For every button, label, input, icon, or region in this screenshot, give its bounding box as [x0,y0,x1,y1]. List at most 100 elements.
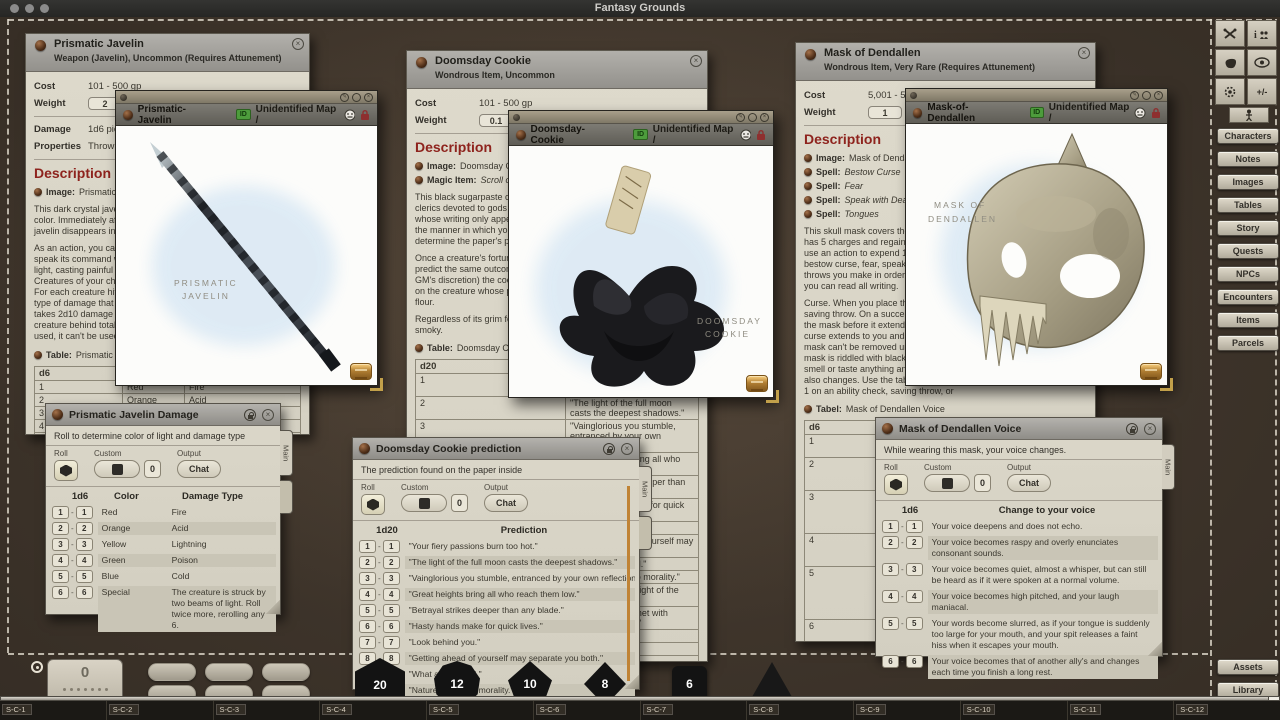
lock-icon[interactable] [360,109,370,121]
table-row[interactable]: 6-6Your voice becomes that of another al… [876,653,1162,680]
table-row[interactable]: 8-8"Getting ahead of yourself may separa… [353,650,639,666]
layers-button[interactable] [1140,363,1162,380]
image-window-prismatic-javelin[interactable]: ✎ × Prismatic-Javelin ID Unidentified Ma… [115,90,378,386]
image-toolbar[interactable]: Doomsday-Cookie ID Unidentified Map / [509,124,773,146]
party-sheet-icon[interactable]: i [1247,20,1277,47]
custom-slider[interactable] [924,474,970,492]
image-window-mask-of-dendallen[interactable]: ✎ × Mask-of-Dendallen ID Unidentified Ma… [905,88,1168,386]
scrollbar[interactable] [627,486,630,681]
chat-button[interactable]: Chat [177,460,221,478]
image-toolbar[interactable]: Prismatic-Javelin ID Unidentified Map / [116,104,377,126]
image-canvas[interactable]: Prismatic Javelin [116,126,377,385]
record-orb-icon[interactable] [516,130,526,140]
sidebar-item-parcels[interactable]: Parcels [1217,335,1279,351]
table-window-javelin-damage[interactable]: Prismatic Javelin Damage × Roll to deter… [45,403,281,615]
close-icon[interactable]: × [292,38,304,50]
image-window-strip[interactable]: ✎ × [116,91,377,104]
sidebar-item-assets[interactable]: Assets [1217,659,1279,675]
table-row[interactable]: 2-2Your voice becomes raspy and overly e… [876,534,1162,561]
table-row[interactable]: 4-4Your voice becomes high pitched, and … [876,588,1162,615]
face-icon[interactable] [740,129,751,141]
pencil-icon[interactable]: ✎ [340,93,349,102]
table-row[interactable]: 5-5"Betrayal strikes deeper than any bla… [353,602,639,618]
hotkey-slot[interactable]: S-C-8 [746,701,853,720]
face-icon[interactable] [1134,107,1145,119]
tools-icon[interactable] [1215,20,1245,47]
roll-die-button[interactable] [361,494,385,515]
table-row[interactable]: 4-4GreenPoison [46,552,280,568]
sidebar-item-images[interactable]: Images [1217,174,1279,190]
hotkey-slot[interactable]: S-C-6 [533,701,640,720]
table-row[interactable]: 6-6"Hasty hands make for quick lives." [353,618,639,634]
hotkey-slot[interactable]: S-C-9 [853,701,960,720]
table-row[interactable]: 3-3YellowLightning [46,536,280,552]
sidebar-item-npcs[interactable]: NPCs [1217,266,1279,282]
record-orb-icon[interactable] [35,40,46,51]
layers-button[interactable] [746,375,768,392]
id-badge[interactable]: ID [1030,107,1044,118]
roll-die-button[interactable] [54,460,78,481]
lock-icon[interactable] [244,409,256,421]
record-orb-icon[interactable] [913,108,922,118]
sidebar-item-characters[interactable]: Characters [1217,128,1279,144]
hotkey-slot[interactable]: S-C-5 [426,701,533,720]
table-row[interactable]: 5-5Your words become slurred, as if your… [876,615,1162,653]
table-row[interactable]: 4-4"Great heights bring all who reach th… [353,586,639,602]
resize-corner[interactable] [766,390,779,403]
hotkey-slot[interactable]: S-C-12 [1173,701,1280,720]
close-icon[interactable]: × [1154,91,1163,100]
close-icon[interactable]: × [364,93,373,102]
record-orb-icon[interactable] [52,409,63,420]
character-stand-icon[interactable] [1229,107,1269,123]
tab-secondary[interactable] [639,516,652,550]
hotkey-slot[interactable]: S-C-3 [213,701,320,720]
tab-main[interactable]: Main [639,466,652,512]
radial-menu-button[interactable] [31,661,43,673]
record-orb-icon[interactable] [123,110,133,120]
close-icon[interactable]: × [621,443,633,455]
table-row[interactable]: 7-7"Look behind you." [353,634,639,650]
table-row[interactable]: 3-3Your voice becomes quiet, almost a wh… [876,561,1162,588]
hotkey-slot[interactable]: S-C-2 [106,701,213,720]
id-badge[interactable]: ID [236,109,251,120]
table-window-mask-voice[interactable]: Mask of Dendallen Voice × While wearing … [875,417,1163,657]
custom-slider[interactable] [94,460,140,478]
image-toolbar[interactable]: Mask-of-Dendallen ID Unidentified Map / [906,102,1167,124]
sidebar-item-tables[interactable]: Tables [1217,197,1279,213]
face-icon[interactable] [344,109,356,121]
image-window-doomsday-cookie[interactable]: ✎ × Doomsday-Cookie ID Unidentified Map … [508,110,774,398]
table-row[interactable]: 1-1"Your fiery passions burn too hot." [353,538,639,554]
hotbar-scroll-thumb[interactable] [1268,696,1280,701]
table-row[interactable]: 1-1RedFire [46,504,280,520]
zoom-icon[interactable] [1142,91,1151,100]
chat-button[interactable]: Chat [1007,474,1051,492]
sidebar-item-quests[interactable]: Quests [1217,243,1279,259]
roll-die-button[interactable] [884,474,908,495]
table-row[interactable]: 6-6SpecialThe creature is struck by two … [46,584,280,633]
sidebar-item-story[interactable]: Story [1217,220,1279,236]
close-icon[interactable]: × [1078,47,1090,59]
tab-main[interactable]: Main [1162,444,1175,490]
weight-field[interactable]: 1 [868,106,902,119]
table-row[interactable]: 2-2OrangeAcid [46,520,280,536]
hotkey-slot[interactable]: S-C-4 [319,701,426,720]
sidebar-item-encounters[interactable]: Encounters [1217,289,1279,305]
image-canvas[interactable]: Mask of Dendallen [906,124,1167,385]
image-window-strip[interactable]: ✎ × [906,89,1167,102]
modifier-stone[interactable] [205,663,253,681]
pouch-icon[interactable] [1215,49,1245,76]
table-titlebar[interactable]: Mask of Dendallen Voice × [876,418,1162,440]
lock-icon[interactable] [1151,107,1160,119]
hotkey-slot[interactable]: S-C-1 [0,701,106,720]
image-window-strip[interactable]: ✎ × [509,111,773,124]
modifier-stone[interactable] [262,663,310,681]
item-titlebar[interactable]: Mask of Dendallen Wondrous Item, Very Ra… [796,43,1095,81]
item-titlebar[interactable]: Prismatic Javelin Weapon (Javelin), Unco… [26,34,309,72]
layers-button[interactable] [350,363,372,380]
record-orb-icon[interactable] [416,57,427,68]
id-badge[interactable]: ID [633,129,647,140]
resize-corner[interactable] [370,378,383,391]
settings-gear-icon[interactable] [1215,78,1245,105]
hotkey-slot[interactable]: S-C-11 [1067,701,1174,720]
table-link[interactable]: Tabel:Mask of Dendallen Voice [804,402,1087,415]
